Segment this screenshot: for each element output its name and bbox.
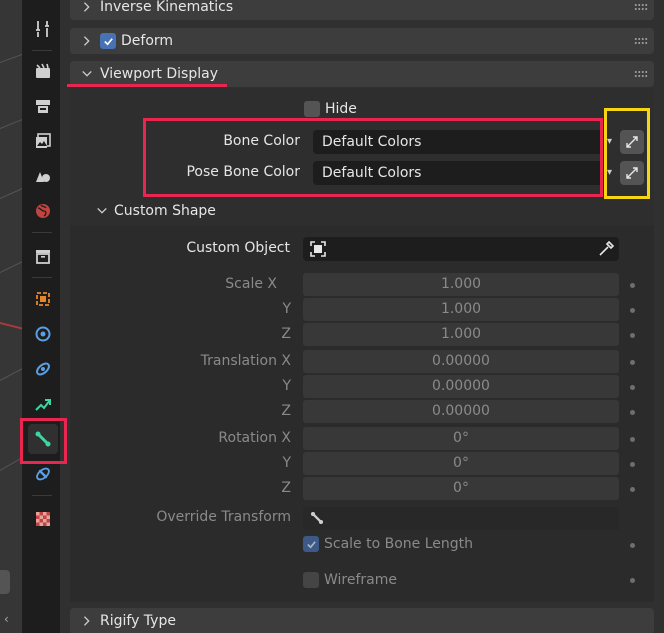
3d-viewport-edge[interactable]: ‹: [0, 0, 22, 633]
scene-icon[interactable]: [28, 161, 58, 191]
object-picker-icon: [310, 241, 326, 257]
hide-checkbox[interactable]: [304, 101, 320, 117]
eyedropper-icon[interactable]: [597, 240, 615, 258]
physics-icon[interactable]: [28, 389, 58, 419]
chevron-down-icon: [80, 67, 94, 81]
scale-x-label: Scale X: [225, 276, 277, 292]
panel-title: Deform: [121, 33, 174, 49]
keyframe-dot[interactable]: [630, 360, 635, 365]
panel-title: Viewport Display: [100, 66, 218, 82]
properties-tab-bar: [22, 0, 60, 633]
translation-z-label: Z: [281, 403, 291, 419]
scale-to-bone-length-option[interactable]: Scale to Bone Length: [303, 536, 473, 552]
scale-y-label: Y: [282, 301, 291, 317]
keyframe-dot[interactable]: [630, 487, 635, 492]
tool-icon[interactable]: [28, 14, 58, 44]
viewport-display-underline-annotation: [67, 84, 227, 87]
rotation-y-label: Y: [282, 455, 291, 471]
viewport-field[interactable]: [0, 570, 10, 594]
custom-object-label: Custom Object: [186, 240, 290, 256]
rotation-y-field[interactable]: 0°: [303, 452, 619, 475]
custom-object-field[interactable]: [303, 237, 619, 261]
custom-shape-subpanel-header[interactable]: Custom Shape: [96, 203, 216, 219]
chevron-right-icon: [80, 0, 94, 14]
keyframe-dot[interactable]: [630, 578, 635, 583]
panel-title: Inverse Kinematics: [100, 0, 234, 15]
chevron-down-icon: [97, 207, 107, 214]
inverse-kinematics-panel-header[interactable]: Inverse Kinematics: [70, 0, 654, 20]
rotation-x-field[interactable]: 0°: [303, 427, 619, 450]
panel-title: Rigify Type: [100, 613, 176, 629]
keyframe-dot[interactable]: [630, 333, 635, 338]
deform-checkbox[interactable]: [100, 33, 116, 49]
keyframe-dot[interactable]: [630, 410, 635, 415]
render-icon[interactable]: [28, 56, 58, 86]
override-transform-field[interactable]: [303, 507, 619, 530]
wireframe-checkbox[interactable]: [303, 572, 319, 588]
rotation-z-label: Z: [281, 480, 291, 496]
scale-z-field[interactable]: 1.000: [303, 323, 619, 346]
rotation-x-label: Rotation X: [218, 430, 291, 446]
hide-label: Hide: [325, 101, 357, 117]
translation-x-label: Translation X: [200, 353, 291, 369]
rotation-z-field[interactable]: 0°: [303, 477, 619, 500]
texture-icon[interactable]: [28, 504, 58, 534]
bone-color-highlight-annotation: [143, 118, 603, 197]
override-transform-label: Override Transform: [156, 509, 291, 525]
keyframe-dot[interactable]: [630, 543, 635, 548]
bone-icon: [310, 511, 324, 525]
bone-tab-highlight-annotation: [20, 418, 67, 464]
wireframe-label: Wireframe: [324, 572, 398, 588]
translation-x-field[interactable]: 0.00000: [303, 350, 619, 373]
drag-grip-icon[interactable]: [634, 70, 648, 78]
subpanel-title: Custom Shape: [114, 203, 216, 219]
world-icon[interactable]: [28, 196, 58, 226]
translation-y-label: Y: [282, 378, 291, 394]
chevron-right-icon: [80, 34, 94, 48]
keyframe-dot[interactable]: [630, 462, 635, 467]
collapse-arrow-icon[interactable]: ‹: [4, 612, 9, 626]
deform-panel-header[interactable]: Deform: [70, 28, 654, 54]
scale-to-bone-length-label: Scale to Bone Length: [324, 536, 474, 552]
particles-icon[interactable]: [28, 354, 58, 384]
object-icon[interactable]: [28, 284, 58, 314]
hide-option[interactable]: Hide: [304, 101, 357, 117]
chevron-right-icon: [80, 614, 94, 628]
translation-z-field[interactable]: 0.00000: [303, 400, 619, 423]
keyframe-dot[interactable]: [630, 308, 635, 313]
properties-editor: Inverse Kinematics Deform Viewport Displ…: [60, 0, 664, 633]
keyframe-dot[interactable]: [630, 283, 635, 288]
rigify-type-panel-header[interactable]: Rigify Type: [70, 608, 654, 633]
drag-grip-icon[interactable]: [634, 37, 648, 45]
keyframe-dot[interactable]: [630, 385, 635, 390]
drag-grip-icon[interactable]: [634, 3, 648, 11]
view-layer-icon[interactable]: [28, 126, 58, 156]
modifier-icon[interactable]: [28, 319, 58, 349]
translation-y-field[interactable]: 0.00000: [303, 375, 619, 398]
scale-y-field[interactable]: 1.000: [303, 298, 619, 321]
scale-x-field[interactable]: 1.000: [303, 273, 619, 296]
keyframe-dot[interactable]: [630, 437, 635, 442]
wireframe-option[interactable]: Wireframe: [303, 572, 397, 588]
scale-z-label: Z: [281, 326, 291, 342]
collection-icon[interactable]: [28, 241, 58, 271]
scale-to-bone-length-checkbox[interactable]: [303, 536, 319, 552]
output-icon[interactable]: [28, 91, 58, 121]
swap-buttons-highlight-annotation: [604, 108, 650, 199]
